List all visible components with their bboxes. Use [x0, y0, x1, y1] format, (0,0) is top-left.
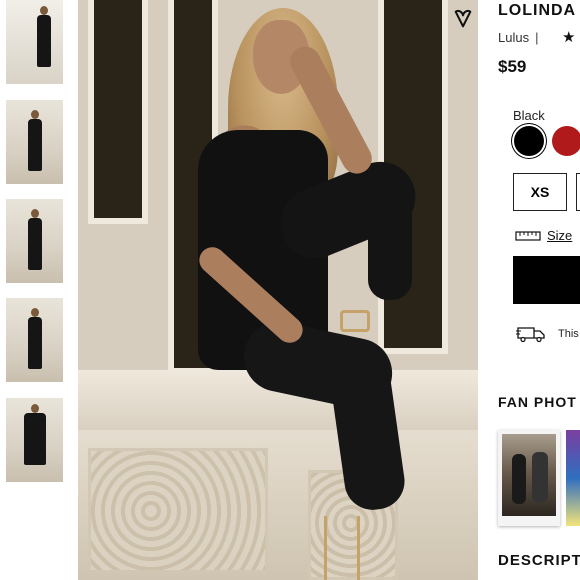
shipping-text: This — [558, 328, 579, 340]
fan-photos-heading: FAN PHOT — [498, 394, 577, 410]
truck-icon — [516, 327, 545, 343]
thumbnail-3[interactable] — [6, 199, 63, 283]
fan-photo[interactable] — [498, 430, 560, 526]
size-button-next[interactable] — [576, 173, 580, 211]
brand-line: Lulus | — [498, 30, 544, 45]
brand-name[interactable]: Lulus — [498, 30, 529, 45]
size-guide-link[interactable]: Size — [515, 228, 572, 243]
thumbnail-5[interactable] — [6, 398, 63, 482]
add-to-bag-button[interactable] — [513, 256, 580, 304]
thumbnail-2[interactable] — [6, 100, 63, 184]
wall-carving — [88, 448, 268, 573]
sandal — [324, 516, 360, 580]
fan-photo[interactable] — [566, 430, 580, 526]
product-title: LOLINDA — [498, 2, 577, 19]
thumbnail-1[interactable] — [6, 0, 63, 84]
color-swatch-black[interactable] — [514, 126, 544, 156]
thumbnail-list — [0, 0, 74, 580]
background-window — [88, 0, 148, 224]
size-guide-label: Size — [547, 228, 573, 243]
brand-separator: | — [535, 30, 539, 45]
main-product-image[interactable] — [78, 0, 478, 580]
product-price: $59 — [498, 57, 527, 76]
size-button-xs[interactable]: XS — [513, 173, 567, 211]
color-swatch-red[interactable] — [552, 126, 580, 156]
thumbnail-4[interactable] — [6, 298, 63, 382]
heart-icon[interactable] — [452, 8, 474, 30]
color-label: Black — [513, 108, 545, 123]
sandal — [340, 310, 370, 332]
shipping-info: This — [516, 325, 579, 343]
rating-stars[interactable]: ★ — [562, 28, 575, 46]
jumpsuit-leg — [368, 180, 412, 300]
description-heading: DESCRIPT — [498, 552, 580, 569]
ruler-icon — [515, 230, 541, 241]
